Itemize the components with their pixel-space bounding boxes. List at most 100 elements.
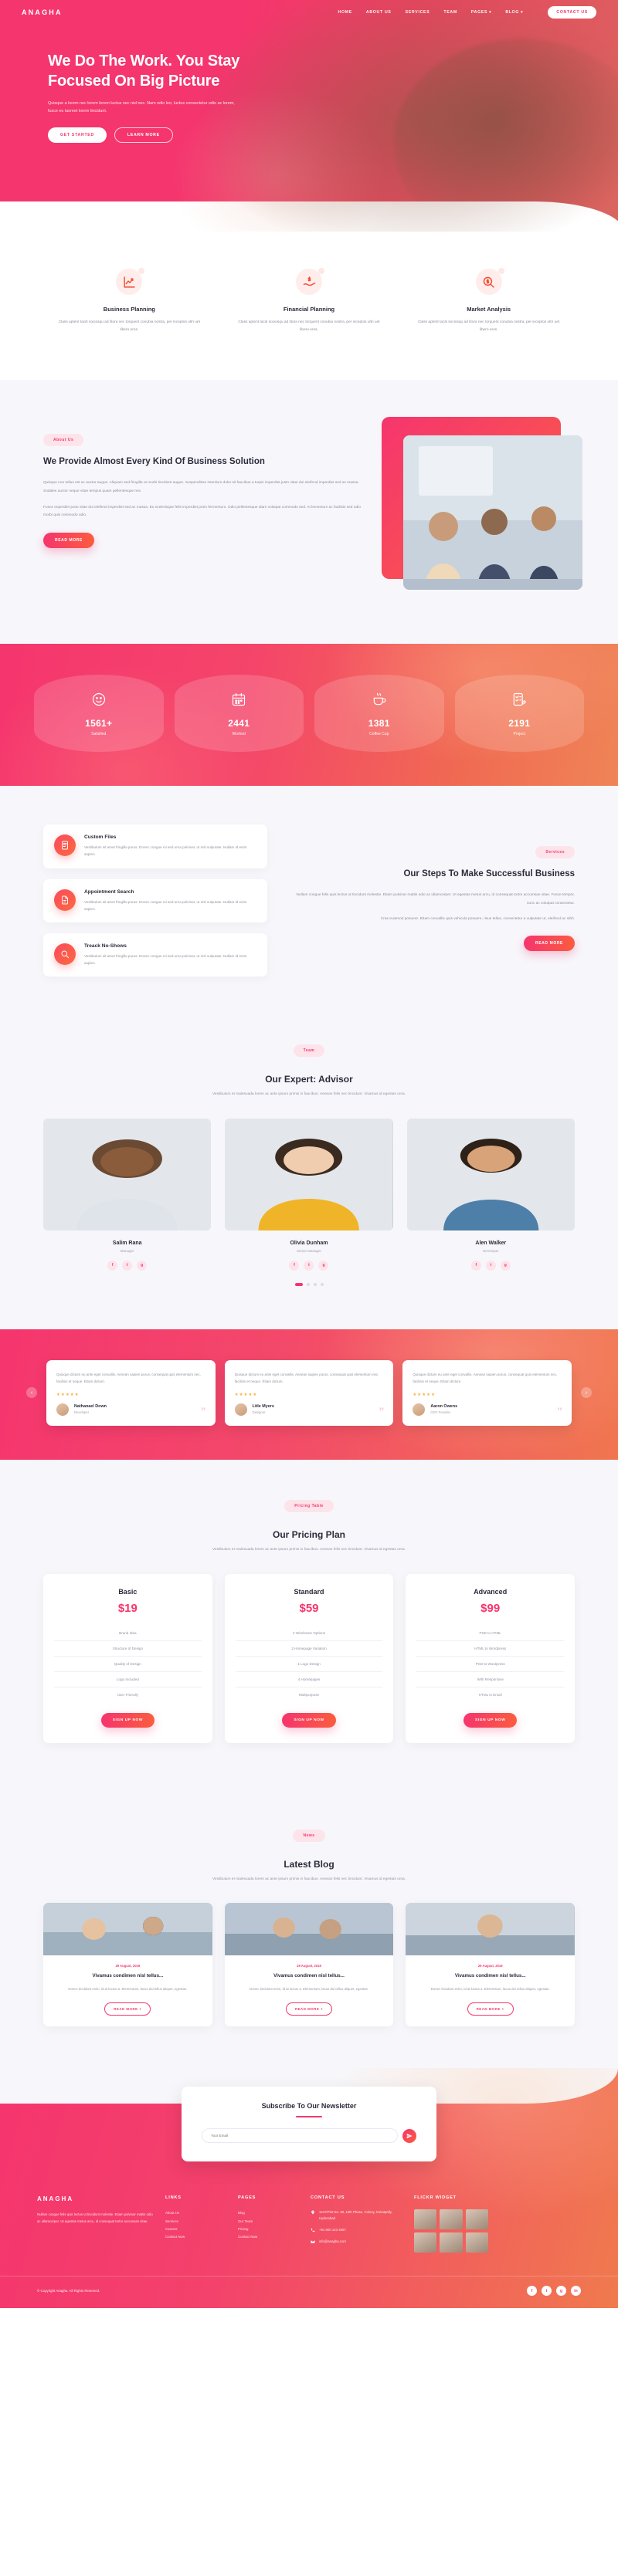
google-plus-icon[interactable]: g [318, 1260, 329, 1271]
blog-read-more-button[interactable]: READ MORE + [104, 2002, 151, 2016]
carousel-dot-4[interactable] [320, 1282, 324, 1286]
get-started-button[interactable]: GET STARTED [48, 127, 107, 144]
nav-item-pages[interactable]: PAGES ▾ [471, 10, 492, 15]
blog-card[interactable]: 29 August, 2019 Vivamus condimen nisl te… [43, 1903, 212, 2027]
blog-read-more-button[interactable]: READ MORE + [285, 2002, 333, 2016]
plan-price: $19 [117, 1601, 138, 1615]
blog-body: 29 August, 2019 Vivamus condimen nisl te… [406, 1955, 575, 2026]
counter-label: Project [513, 732, 526, 737]
plan-signup-button[interactable]: SIGN UP NOW [100, 1712, 154, 1728]
plan-signup-button[interactable]: SIGN UP NOW [282, 1712, 336, 1728]
nav-item-team[interactable]: TEAM [443, 10, 457, 15]
plan-feature: HTML in Email [478, 1692, 502, 1697]
carousel-dot-2[interactable] [306, 1282, 310, 1286]
nav-item-home[interactable]: HOME [338, 10, 352, 15]
plan-price: $59 [299, 1601, 319, 1615]
counter-item: 2191 Project [454, 675, 584, 753]
google-plus-icon[interactable]: g [556, 2286, 566, 2297]
counter-number: 2441 [228, 718, 250, 729]
footer-link[interactable]: Careers [165, 2226, 226, 2233]
learn-more-button[interactable]: LEARN MORE [114, 127, 173, 144]
member-photo [225, 1118, 393, 1230]
pricing-cards-row: Basic $19 Brand Idea Structure of Design… [43, 1573, 576, 1743]
member-role: Senior Manager [296, 1248, 321, 1253]
blog-card[interactable]: 29 August, 2019 Vivamus condimen nisl te… [224, 1903, 394, 2027]
send-icon[interactable] [402, 2128, 416, 2143]
flickr-thumb[interactable] [414, 2232, 437, 2253]
blog-date: 29 August, 2019 [477, 1964, 503, 1968]
copyright-text: © Copyright Anagha. All Rights Reserved. [37, 2289, 100, 2293]
about-read-more-button[interactable]: READ MORE [43, 532, 94, 548]
flickr-thumb[interactable] [465, 2209, 488, 2230]
phone-icon [311, 2228, 315, 2232]
contact-us-button[interactable]: CONTACT US [548, 6, 596, 19]
service-card: Business Planning Class aptent taciti so… [43, 267, 216, 333]
footer-link[interactable]: About Us [165, 2209, 226, 2217]
service-title: Business Planning [103, 306, 155, 313]
plan-name: Standard [294, 1587, 324, 1596]
carousel-dot-3[interactable] [313, 1282, 317, 1286]
nav-item-blog[interactable]: BLOG ▾ [505, 10, 523, 15]
footer-contact-column: CONTACT US 1247/Plot No. 39, 15th Phase,… [311, 2195, 402, 2253]
nav-item-about-us[interactable]: ABOUT US [366, 10, 392, 15]
newsletter-email-input[interactable] [202, 2128, 398, 2144]
footer-page-link[interactable]: Contact Now [238, 2233, 298, 2241]
blog-image [224, 1903, 394, 1956]
footer-flickr-heading: FLICKR WIDGET [414, 2195, 457, 2201]
footer-link[interactable]: Contact Now [165, 2233, 226, 2241]
flickr-thumb[interactable] [440, 2209, 463, 2230]
facebook-icon[interactable]: f [107, 1260, 118, 1271]
testimonial-card: Quisque dictum eu ante eget convallis. A… [224, 1359, 394, 1426]
plan-feature: Brand Idea [54, 1626, 202, 1641]
footer-bottom-bar: © Copyright Anagha. All Rights Reserved.… [0, 2276, 618, 2308]
carousel-dot-1[interactable] [294, 1282, 303, 1286]
footer-phone-text[interactable]: +91 800 123 4567 [319, 2227, 346, 2232]
counter-label: Satisfied [91, 732, 107, 737]
footer-page-link[interactable]: Blog [238, 2209, 298, 2217]
hero-bottom-curve [0, 201, 618, 232]
facebook-icon[interactable]: f [289, 1260, 300, 1271]
site-logo[interactable]: ANAGHA [22, 8, 63, 16]
counter-item: 2441 Worked [174, 675, 304, 753]
twitter-icon[interactable]: t [122, 1260, 133, 1271]
twitter-icon[interactable]: t [485, 1260, 496, 1271]
flickr-thumb[interactable] [414, 2209, 437, 2230]
smiley-icon [39, 692, 159, 711]
footer-page-link[interactable]: Our Team [238, 2218, 298, 2226]
step-title: Treack No-Shows [84, 943, 127, 949]
steps-read-more-button[interactable]: READ MORE [524, 935, 575, 951]
blog-card[interactable]: 29 August, 2019 Vivamus condimen nisl te… [406, 1903, 576, 2027]
counter-number: 1561+ [85, 718, 113, 729]
blog-post-title: Vivamus condimen nisl tellus... [454, 1973, 526, 1979]
pricing-title: Our Pricing Plan [272, 1528, 346, 1540]
plan-features: 2 Wireframe Options 2 Homepage Variation… [235, 1626, 383, 1702]
flickr-thumb[interactable] [440, 2232, 463, 2253]
carousel-prev-icon[interactable]: ‹ [26, 1387, 37, 1399]
blog-read-more-button[interactable]: READ MORE + [467, 2002, 514, 2016]
nav-item-services[interactable]: SERVICES [406, 10, 430, 15]
plan-feature: PSD to HTML [416, 1626, 565, 1641]
footer-page-link[interactable]: Pricing [238, 2226, 298, 2233]
member-socials: f t g [407, 1260, 575, 1271]
blog-post-text: Donec tincidunt enim, id at luctus a. El… [250, 1987, 368, 1992]
step-text: Vestibulum sit amet fringilla purus. Don… [84, 845, 247, 857]
google-plus-icon[interactable]: g [500, 1260, 511, 1271]
blog-date: 29 August, 2019 [297, 1964, 321, 1968]
footer-link[interactable]: Services [165, 2218, 226, 2226]
twitter-icon[interactable]: t [304, 1260, 314, 1271]
carousel-next-icon[interactable]: › [581, 1387, 593, 1399]
flickr-thumb[interactable] [465, 2232, 488, 2253]
facebook-icon[interactable]: f [527, 2286, 537, 2297]
footer-email-text[interactable]: info@anagha.com [319, 2239, 346, 2244]
linkedin-icon[interactable]: in [571, 2286, 581, 2297]
google-plus-icon[interactable]: g [137, 1260, 148, 1271]
testimonial-name: Litle Myers [252, 1404, 274, 1410]
facebook-icon[interactable]: f [470, 1260, 481, 1271]
plan-signup-button[interactable]: SIGN UP NOW [464, 1712, 518, 1728]
steps-cards-column: Custom Files Vestibulum sit amet fringil… [43, 824, 267, 987]
chevron-down-icon: ▾ [521, 10, 524, 15]
blog-image [43, 1903, 212, 1956]
twitter-icon[interactable]: t [542, 2286, 552, 2297]
testimonial-author: Aaron Owens CEO Founder [413, 1403, 562, 1416]
step-text: Vestibulum sit amet fringilla purus. Don… [84, 899, 247, 911]
